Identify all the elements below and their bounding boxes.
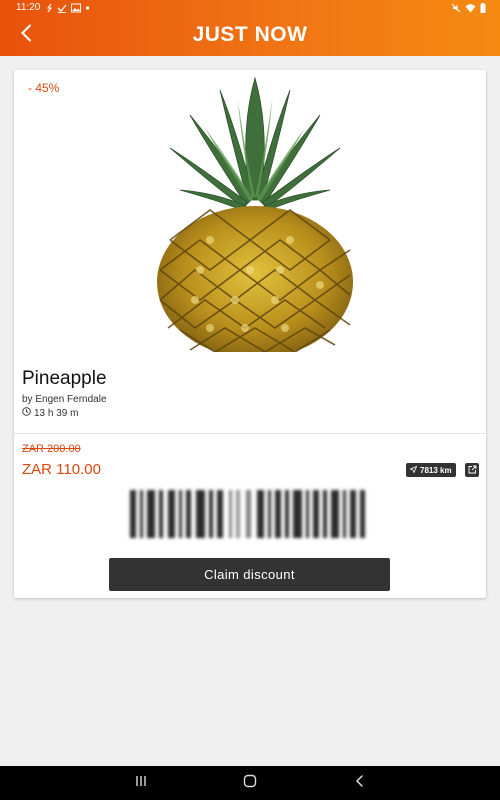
status-system-icons — [451, 2, 486, 14]
product-image — [150, 70, 360, 358]
product-name: Pineapple — [22, 368, 107, 389]
image-icon — [71, 3, 81, 13]
time-remaining-text: 13 h 39 m — [34, 407, 79, 419]
barcode-image — [124, 488, 374, 540]
home-icon — [242, 773, 258, 794]
card-divider — [14, 433, 486, 434]
vendor-name: by Engen Ferndale — [22, 394, 107, 405]
clock-icon — [22, 407, 31, 419]
battery-icon — [480, 3, 486, 13]
system-back-button[interactable] — [350, 774, 370, 792]
navigation-arrow-icon — [409, 465, 418, 475]
recents-button[interactable] — [131, 774, 151, 792]
status-bar: 11:20 — [0, 0, 500, 16]
claim-discount-button[interactable]: Claim discount — [109, 558, 390, 591]
distance-badge[interactable]: 7813 km — [406, 463, 456, 477]
product-card: - 45% Pineapple by Engen Ferndale 13 h 3… — [14, 70, 486, 598]
status-notification-icons — [46, 2, 90, 14]
mute-icon — [451, 3, 461, 13]
phone-missed-icon — [46, 3, 53, 13]
status-time: 11:20 — [16, 2, 41, 13]
system-nav-bar — [0, 766, 500, 800]
recents-icon — [134, 774, 148, 793]
discount-badge: - 45% — [28, 81, 60, 95]
time-remaining: 13 h 39 m — [22, 407, 78, 419]
open-external-button[interactable] — [465, 463, 479, 477]
dot-icon — [85, 3, 90, 13]
page-title: JUST NOW — [192, 23, 308, 46]
wifi-icon — [465, 3, 476, 13]
external-link-icon — [468, 461, 477, 479]
discounted-price: ZAR 110.00 — [22, 461, 101, 478]
check-icon — [57, 3, 67, 13]
original-price: ZAR 200.00 — [22, 443, 81, 455]
back-icon — [354, 774, 366, 793]
home-button[interactable] — [240, 774, 260, 792]
app-header: 11:20 JUST NOW — [0, 0, 500, 56]
distance-text: 7813 km — [420, 465, 452, 475]
